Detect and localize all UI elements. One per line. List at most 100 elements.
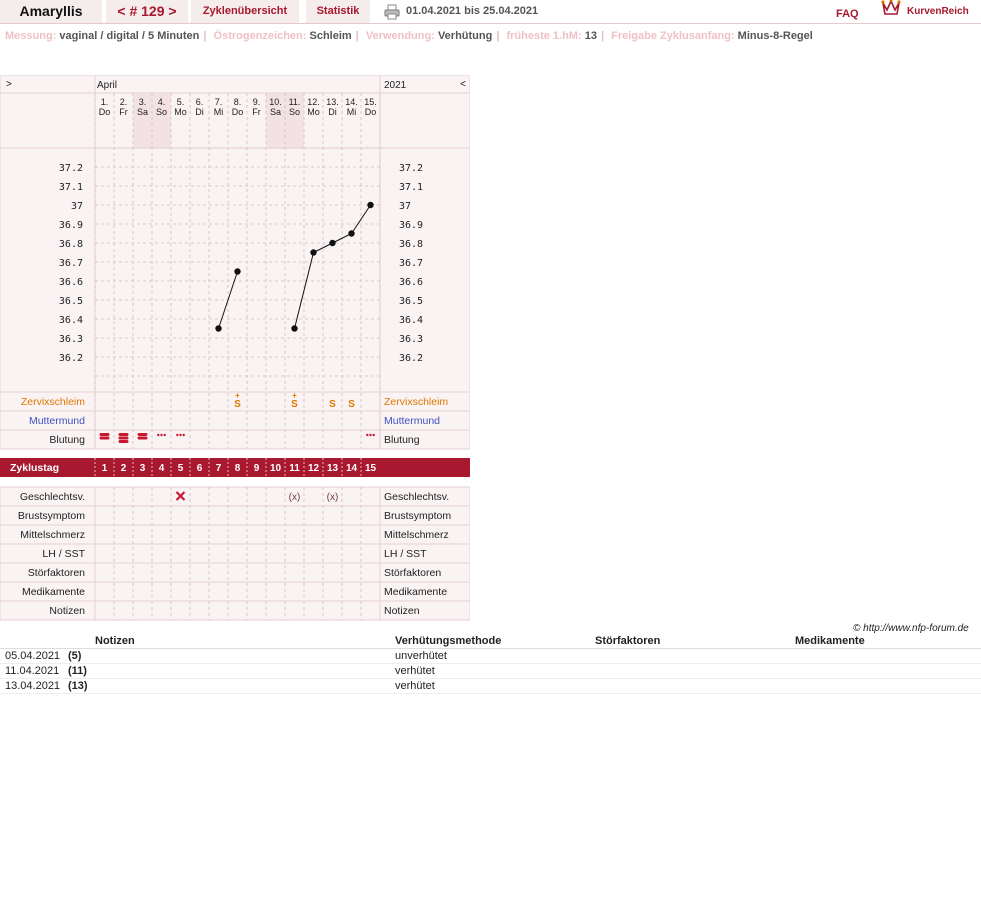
- setting-label: früheste 1.hM:: [506, 30, 582, 42]
- y-tick-label: 36.7: [59, 258, 83, 269]
- header-notizen: Notizen: [95, 635, 135, 647]
- bleeding-mark: [118, 440, 129, 443]
- copyright: © http://www.nfp-forum.de: [853, 623, 969, 634]
- y-tick-label: 36.4: [399, 315, 423, 326]
- day-weekday: Di: [195, 107, 204, 117]
- cycle-day-number: 14: [346, 463, 358, 474]
- spotting-mark: [369, 433, 372, 437]
- y-tick-label: 36.2: [59, 353, 83, 364]
- day-date: 8.: [234, 97, 242, 107]
- row-date: 05.04.2021: [5, 650, 61, 662]
- y-tick-label: 37.2: [59, 163, 83, 174]
- day-weekday: Do: [99, 107, 111, 117]
- print-icon[interactable]: [384, 0, 400, 23]
- setting-label: Verwendung:: [365, 30, 435, 42]
- spotting-mark: [176, 433, 179, 437]
- bleeding-mark: [118, 433, 129, 436]
- day-date: 1.: [101, 97, 109, 107]
- row-label-med: Medikamente: [384, 586, 447, 598]
- header-methode: Verhütungsmethode: [395, 635, 502, 647]
- day-weekday: Do: [232, 107, 244, 117]
- day-weekday: Sa: [270, 107, 281, 117]
- y-tick-label: 36.9: [399, 220, 423, 231]
- year-label: 2021: [384, 80, 407, 91]
- temperature-point: [215, 325, 222, 332]
- y-tick-label: 36.5: [399, 296, 423, 307]
- row-label-mittel: Mittelschmerz: [20, 529, 85, 541]
- spotting-mark: [182, 433, 185, 437]
- day-weekday: Mo: [174, 107, 187, 117]
- row-label-notizen: Notizen: [384, 605, 420, 617]
- temperature-point: [310, 249, 317, 256]
- y-tick-label: 37: [399, 201, 411, 212]
- brand-logo[interactable]: KurvenReich: [881, 0, 969, 21]
- row-label-muttermund: Muttermund: [384, 415, 440, 427]
- day-date: 14.: [345, 97, 358, 107]
- nav-prev-button: >: [6, 79, 12, 90]
- statistics-link[interactable]: Statistik: [306, 0, 370, 23]
- cycle-day-number: 5: [178, 463, 184, 474]
- table-row: 13.04.2021 (13) verhütet: [0, 679, 981, 694]
- row-date: 13.04.2021: [5, 680, 61, 692]
- spotting-mark: [160, 433, 163, 437]
- day-date: 5.: [177, 97, 185, 107]
- cycle-day-number: 7: [216, 463, 222, 474]
- day-weekday: Di: [328, 107, 337, 117]
- cycle-number-nav[interactable]: < # 129 >: [106, 0, 188, 23]
- row-label-lh: LH / SST: [42, 548, 85, 560]
- cycle-day-number: 10: [270, 463, 282, 474]
- y-tick-label: 37.2: [399, 163, 423, 174]
- day-weekday: Fr: [252, 107, 261, 117]
- y-tick-label: 36.3: [59, 334, 83, 345]
- spotting-mark: [163, 433, 166, 437]
- bleeding-mark: [118, 436, 129, 440]
- setting-value: Minus-8-Regel: [737, 30, 813, 42]
- bleeding-mark: [137, 436, 148, 440]
- row-method: verhütet: [395, 665, 435, 677]
- cycle-day-number: 13: [327, 463, 339, 474]
- bleeding-mark: [99, 433, 110, 436]
- setting-value: Verhütung: [437, 30, 493, 42]
- row-label-med: Medikamente: [22, 586, 85, 598]
- row-label-brust: Brustsymptom: [384, 510, 451, 522]
- day-weekday: So: [156, 107, 167, 117]
- day-weekday: Mi: [347, 107, 357, 117]
- day-date: 2.: [120, 97, 128, 107]
- day-date: 7.: [215, 97, 223, 107]
- cycle-overview-link[interactable]: Zyklenübersicht: [191, 0, 299, 23]
- row-label-mittel: Mittelschmerz: [384, 529, 449, 541]
- row-label-brust: Brustsymptom: [18, 510, 85, 522]
- bleeding-mark: [99, 436, 110, 440]
- brand-name: KurvenReich: [907, 6, 969, 18]
- day-weekday: Mi: [214, 107, 224, 117]
- row-label-stoer: Störfaktoren: [28, 567, 85, 579]
- y-tick-label: 36.8: [399, 239, 423, 250]
- crown-icon: [881, 0, 901, 25]
- row-label-notizen: Notizen: [49, 605, 85, 617]
- row-label-blutung: Blutung: [49, 434, 85, 446]
- day-weekday: So: [289, 107, 300, 117]
- row-cycle-day: (11): [68, 665, 87, 677]
- setting-value: vaginal / digital / 5 Minuten: [59, 30, 200, 42]
- day-date: 9.: [253, 97, 261, 107]
- notes-table: Notizen Verhütungsmethode Störfaktoren M…: [0, 634, 981, 694]
- setting-label: Östrogenzeichen:: [213, 30, 307, 42]
- y-tick-label: 37.1: [399, 182, 423, 193]
- cycle-day-number: 6: [197, 463, 203, 474]
- header-medikamente: Medikamente: [795, 635, 865, 647]
- notes-header-row: Notizen Verhütungsmethode Störfaktoren M…: [0, 634, 981, 649]
- zervix-mark: S: [234, 399, 241, 410]
- day-weekday: Fr: [119, 107, 128, 117]
- faq-link[interactable]: FAQ: [836, 3, 859, 26]
- cycle-day-number: 11: [289, 463, 300, 474]
- day-weekday: Do: [365, 107, 377, 117]
- date-range: 01.04.2021 bis 25.04.2021: [406, 5, 539, 17]
- cycle-day-number: 15: [365, 463, 377, 474]
- zervix-mark: S: [348, 399, 355, 410]
- day-date: 10.: [269, 97, 282, 107]
- row-cycle-day: (5): [68, 650, 82, 662]
- spotting-mark: [366, 433, 369, 437]
- y-tick-label: 36.3: [399, 334, 423, 345]
- setting-value: 13: [584, 30, 597, 42]
- table-row: 11.04.2021 (11) verhütet: [0, 664, 981, 679]
